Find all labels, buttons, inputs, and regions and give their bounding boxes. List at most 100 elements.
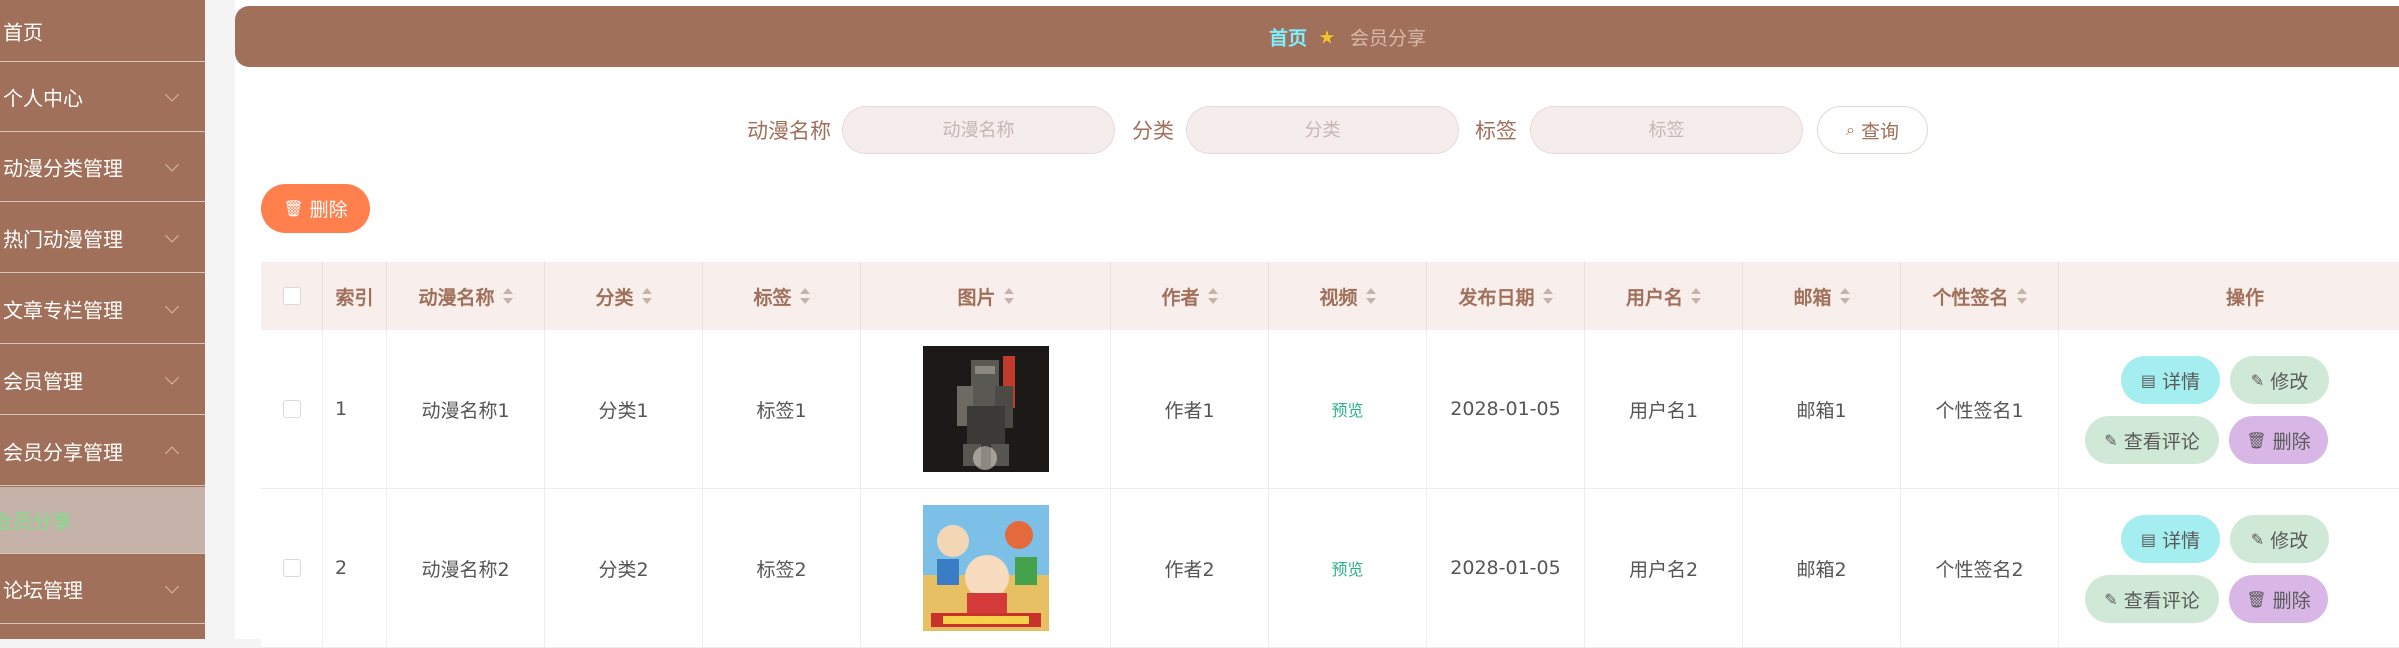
sidebar-item-label: 个人中心 xyxy=(3,86,83,110)
row-checkbox[interactable] xyxy=(282,559,301,577)
header-index: 索引 xyxy=(323,262,387,330)
cell-anime-name: 动漫名称2 xyxy=(387,489,545,647)
sidebar-item-forum[interactable]: 论坛管理 xyxy=(0,554,205,624)
chevron-down-icon xyxy=(164,578,180,594)
chevron-down-icon xyxy=(164,86,180,102)
star-icon: ★ xyxy=(1318,24,1336,49)
select-all-checkbox[interactable] xyxy=(282,287,301,305)
trash-icon: 🗑 xyxy=(283,199,304,218)
breadcrumb-current: 会员分享 xyxy=(1350,27,1427,49)
sidebar-item-home[interactable]: 首页 xyxy=(0,0,205,62)
anime-thumbnail-cartoon[interactable] xyxy=(922,505,1049,631)
header-anime-name[interactable]: 动漫名称 xyxy=(387,262,545,330)
anime-name-input[interactable] xyxy=(842,106,1115,154)
header-signature[interactable]: 个性签名 xyxy=(1901,262,2059,330)
sidebar-item-personal-center[interactable]: 个人中心 xyxy=(0,62,205,132)
document-icon: ▤ xyxy=(2140,529,2157,549)
view-comments-button[interactable]: ✎ 查看评论 xyxy=(2085,575,2219,623)
cell-author: 作者2 xyxy=(1111,489,1269,647)
sidebar-item-label: 热门动漫管理 xyxy=(3,227,123,251)
header-label: 作者 xyxy=(1161,286,1200,309)
query-button[interactable]: ⌕ 查询 xyxy=(1817,106,1928,154)
header-video[interactable]: 视频 xyxy=(1269,262,1427,330)
cell-date: 2028-01-05 xyxy=(1427,489,1585,647)
detail-button[interactable]: ▤ 详情 xyxy=(2121,356,2220,404)
cell-signature: 个性签名1 xyxy=(1901,330,2059,488)
sidebar-item-label: 动漫分类管理 xyxy=(3,156,123,180)
cell-date: 2028-01-05 xyxy=(1427,330,1585,488)
sort-icon[interactable] xyxy=(502,288,513,304)
header-username[interactable]: 用户名 xyxy=(1585,262,1743,330)
header-label: 动漫名称 xyxy=(418,286,495,309)
search-label-tag: 标签 xyxy=(1475,119,1517,143)
sidebar-item-hot-anime[interactable]: 热门动漫管理 xyxy=(0,203,205,273)
header-category[interactable]: 分类 xyxy=(545,262,703,330)
row-select-cell xyxy=(261,330,323,488)
sort-icon[interactable] xyxy=(1542,288,1553,304)
chevron-down-icon xyxy=(164,227,180,243)
edit-label: 修改 xyxy=(2270,529,2309,552)
trash-icon: 🗑 xyxy=(2246,589,2267,609)
detail-button[interactable]: ▤ 详情 xyxy=(2121,515,2220,563)
row-checkbox[interactable] xyxy=(282,400,301,418)
content-gutter xyxy=(205,0,235,639)
breadcrumb-home[interactable]: 首页 xyxy=(1269,23,1307,50)
header-label: 视频 xyxy=(1319,286,1358,309)
header-label: 操作 xyxy=(2225,286,2264,309)
header-date[interactable]: 发布日期 xyxy=(1427,262,1585,330)
header-image[interactable]: 图片 xyxy=(861,262,1111,330)
sort-icon[interactable] xyxy=(1839,288,1850,304)
cell-anime-name: 动漫名称1 xyxy=(387,330,545,488)
cell-email: 邮箱2 xyxy=(1743,489,1901,647)
sort-icon[interactable] xyxy=(1691,288,1701,304)
view-comments-button[interactable]: ✎ 查看评论 xyxy=(2085,416,2219,464)
sort-icon[interactable] xyxy=(641,288,652,304)
video-preview-link[interactable]: 预览 xyxy=(1331,556,1363,580)
sidebar-item-label: 会员分享 xyxy=(0,509,72,534)
main-content: 首页 ★ 会员分享 动漫名称 分类 标签 ⌕ 查询 🗑 删除 索引 动漫名称 分… xyxy=(235,0,2399,648)
sidebar: 首页 个人中心 动漫分类管理 热门动漫管理 文章专栏管理 会员管理 会员分享管理… xyxy=(0,0,205,639)
cell-tag: 标签2 xyxy=(703,489,861,647)
header-actions: 操作 xyxy=(2059,262,2399,330)
detail-label: 详情 xyxy=(2162,370,2201,393)
cell-tag: 标签1 xyxy=(703,330,861,488)
row-delete-button[interactable]: 🗑 删除 xyxy=(2229,575,2328,623)
video-preview-link[interactable]: 预览 xyxy=(1331,397,1363,421)
row-delete-label: 删除 xyxy=(2272,589,2311,612)
table-row: 2 动漫名称2 分类2 标签2 作者2 预览 2028-01-05 用户名2 邮… xyxy=(261,489,2399,648)
row-delete-button[interactable]: 🗑 删除 xyxy=(2229,416,2328,464)
table-header: 索引 动漫名称 分类 标签 图片 作者 视频 发布日期 用户名 邮箱 个性签名 … xyxy=(261,262,2399,331)
edit-button[interactable]: ✎ 修改 xyxy=(2230,356,2329,404)
cell-actions: ▤ 详情 ✎ 修改 ✎ 查看评论 🗑 删除 xyxy=(2059,330,2399,488)
header-email[interactable]: 邮箱 xyxy=(1743,262,1901,330)
category-input[interactable] xyxy=(1186,106,1459,154)
pencil-icon: ✎ xyxy=(2250,529,2265,549)
row-select-cell xyxy=(261,489,323,647)
sort-icon[interactable] xyxy=(1365,288,1376,304)
tag-input[interactable] xyxy=(1530,106,1803,154)
sort-icon[interactable] xyxy=(799,288,810,304)
sidebar-item-member-share[interactable]: 会员分享 xyxy=(0,487,205,554)
sidebar-item-anime-category[interactable]: 动漫分类管理 xyxy=(0,132,205,202)
delete-button-label: 删除 xyxy=(309,199,348,221)
select-all-cell xyxy=(261,262,323,330)
header-label: 邮箱 xyxy=(1793,286,1832,309)
sidebar-item-articles[interactable]: 文章专栏管理 xyxy=(0,274,205,344)
sort-icon[interactable] xyxy=(2016,288,2027,304)
sort-icon[interactable] xyxy=(1207,288,1218,304)
chevron-down-icon xyxy=(164,369,180,385)
edit-button[interactable]: ✎ 修改 xyxy=(2230,515,2329,563)
view-comments-label: 查看评论 xyxy=(2123,589,2200,612)
delete-button[interactable]: 🗑 删除 xyxy=(261,184,370,233)
search-label-anime-name: 动漫名称 xyxy=(747,119,831,143)
sidebar-item-label: 文章专栏管理 xyxy=(3,298,123,322)
header-tag[interactable]: 标签 xyxy=(703,262,861,330)
sidebar-item-members[interactable]: 会员管理 xyxy=(0,345,205,415)
header-author[interactable]: 作者 xyxy=(1111,262,1269,330)
detail-label: 详情 xyxy=(2162,529,2201,552)
cell-username: 用户名2 xyxy=(1585,489,1743,647)
anime-thumbnail-mecha[interactable] xyxy=(922,346,1049,472)
sort-icon[interactable] xyxy=(1003,288,1014,304)
chevron-down-icon xyxy=(164,156,180,172)
sidebar-item-member-share-mgmt[interactable]: 会员分享管理 xyxy=(0,416,205,486)
